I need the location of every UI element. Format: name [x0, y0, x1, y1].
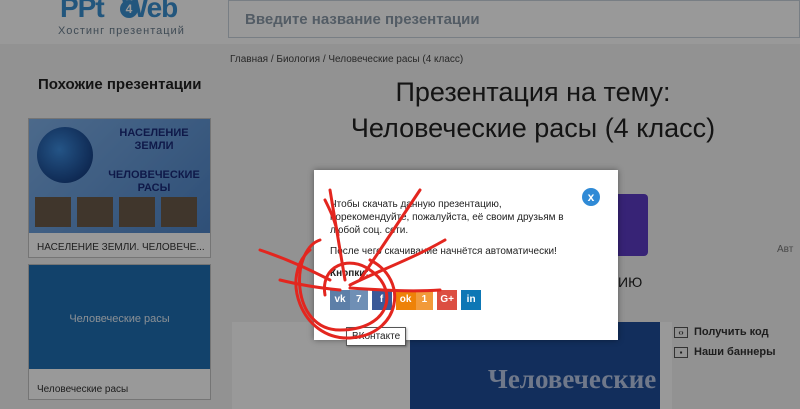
odnoklassniki-share-button[interactable]: ok 1 [395, 290, 434, 310]
odnoklassniki-icon: ok [399, 294, 412, 305]
share-count: 7 [350, 290, 368, 310]
google-plus-share-button[interactable]: G+ [437, 290, 458, 310]
modal-message-2: После чего скачивание начнётся автоматич… [330, 246, 557, 257]
share-count: 1 [415, 290, 434, 310]
share-buttons: vk 7 f ok 1 G+ in [330, 290, 482, 310]
linkedin-share-button[interactable]: in [461, 290, 482, 310]
vk-icon: vk [334, 294, 346, 305]
share-modal: x Чтобы скачать данную презентацию, поре… [314, 170, 618, 340]
facebook-share-button[interactable]: f [371, 290, 392, 310]
vk-share-button[interactable]: vk 7 [330, 290, 368, 310]
modal-message: Чтобы скачать данную презентацию, пореко… [330, 199, 564, 236]
close-icon[interactable]: x [582, 188, 600, 206]
share-tooltip: ВКонтакте [346, 327, 407, 346]
buttons-label: Кнопки: [330, 268, 369, 279]
google-plus-icon: G+ [440, 294, 454, 305]
facebook-icon: f [379, 294, 384, 305]
linkedin-icon: in [466, 294, 476, 305]
